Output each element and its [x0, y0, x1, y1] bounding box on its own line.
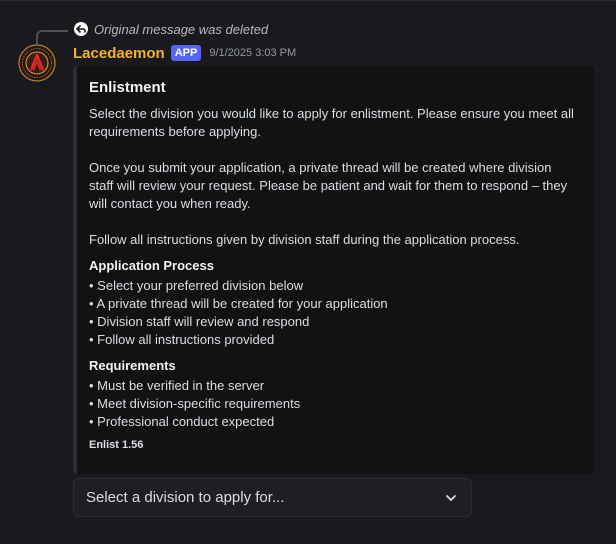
list-item: • A private thread will be created for y…	[89, 296, 388, 311]
chevron-down-icon	[443, 490, 459, 506]
message-header: Lacedaemon APP 9/1/2025 3:03 PM	[73, 43, 296, 63]
list-item: • Professional conduct expected	[89, 414, 275, 429]
app-badge: APP	[170, 45, 202, 61]
embed-paragraph: Once you submit your application, a priv…	[89, 160, 568, 211]
reply-reference[interactable]: Original message was deleted	[74, 20, 268, 38]
list-item: • Select your preferred division below	[89, 278, 304, 293]
list-item: • Must be verified in the server	[89, 378, 265, 393]
reply-arrow-icon	[74, 22, 88, 36]
list-item: • Meet division-specific requirements	[89, 396, 301, 411]
list-item: • Follow all instructions provided	[89, 332, 275, 347]
embed-footer: Enlist 1.56	[89, 439, 144, 451]
embed-title: Enlistment	[89, 79, 166, 96]
timestamp[interactable]: 9/1/2025 3:03 PM	[209, 47, 296, 59]
lambda-shield-logo-icon	[18, 44, 56, 82]
reply-text: Original message was deleted	[94, 21, 269, 37]
top-divider	[0, 0, 616, 1]
list-item: • Division staff will review and respond	[89, 314, 310, 329]
embed-field-title: Requirements	[89, 358, 176, 373]
username[interactable]: Lacedaemon	[73, 45, 165, 62]
embed: Enlistment Select the division you would…	[73, 66, 594, 474]
embed-paragraph: Follow all instructions given by divisio…	[89, 232, 520, 247]
embed-paragraph: Select the division you would like to ap…	[89, 106, 574, 139]
embed-field-list: • Select your preferred division below •…	[89, 277, 578, 349]
embed-field-title: Application Process	[89, 258, 214, 273]
select-placeholder: Select a division to apply for...	[86, 489, 285, 506]
embed-field-list: • Must be verified in the server • Meet …	[89, 377, 578, 431]
division-select[interactable]: Select a division to apply for...	[73, 478, 472, 517]
avatar[interactable]	[18, 44, 56, 82]
reply-connector	[36, 30, 68, 44]
